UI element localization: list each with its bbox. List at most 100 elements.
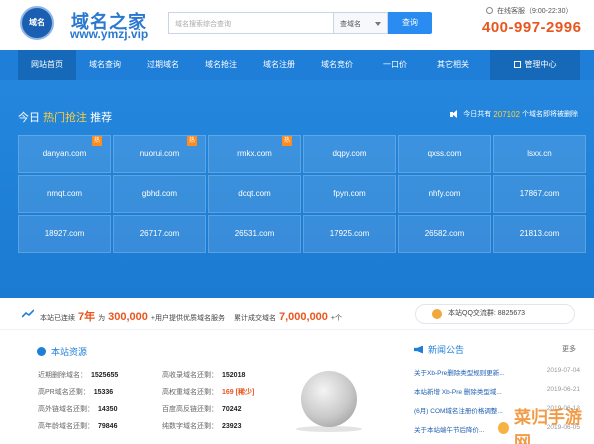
- domain-name: 17867.com: [519, 189, 560, 198]
- domain-cell[interactable]: 26582.com: [398, 215, 491, 253]
- resource-row: 百度高反链还剩： 70242: [162, 404, 241, 414]
- resource-value: 70242: [222, 406, 242, 413]
- resource-label: 纯数字域名还剩：: [162, 423, 218, 430]
- nav-management-label: 管理中心: [524, 60, 557, 69]
- trend-up-icon: [22, 309, 34, 318]
- domain-cell[interactable]: 21813.com: [493, 215, 586, 253]
- domain-cell[interactable]: 17925.com: [303, 215, 396, 253]
- chevron-down-icon: [375, 22, 381, 26]
- domain-cell[interactable]: qxss.com: [398, 135, 491, 173]
- domain-cell[interactable]: dqpy.com: [303, 135, 396, 173]
- resource-value: 169 [稀少]: [222, 389, 255, 396]
- hot-count-prefix: 今日共有: [463, 111, 492, 118]
- search-input[interactable]: 域名搜索综合查询: [168, 12, 334, 34]
- resource-row: 高权重域名还剩： 169 [稀少]: [162, 387, 254, 397]
- domain-name: 17925.com: [329, 229, 370, 238]
- news-item[interactable]: 关于Xb-Pre删除类型规则更新... 2019-07-04: [414, 367, 580, 377]
- domain-cell[interactable]: danyan.com 热: [18, 135, 111, 173]
- stats-text-2: 为: [98, 315, 106, 322]
- domain-cell[interactable]: dcqt.com: [208, 175, 301, 213]
- nav-domain-register[interactable]: 域名注册: [250, 50, 308, 80]
- resource-row: 高外链域名还剩： 14350: [38, 404, 117, 414]
- stats-years: 7年: [78, 311, 96, 323]
- nav-fixed-price[interactable]: 一口价: [366, 50, 424, 80]
- nav-home[interactable]: 网站首页: [18, 50, 76, 80]
- domain-name: 18927.com: [44, 229, 85, 238]
- hot-count-notice: 今日共有 207102 个域名即将被删除: [450, 109, 578, 119]
- domain-cell[interactable]: nhfy.com: [398, 175, 491, 213]
- hot-badge: 热: [92, 136, 102, 146]
- news-item-date: 2019-06-21: [546, 386, 580, 393]
- stats-text-1: 本站已连续: [40, 315, 75, 322]
- hot-count-number: 207102: [493, 109, 520, 119]
- domain-name: 26531.com: [234, 229, 275, 238]
- domain-name: 21813.com: [519, 229, 560, 238]
- resources-heading: 本站资源: [37, 345, 87, 358]
- news-heading: 新闻公告: [414, 343, 464, 356]
- logo-url[interactable]: www.ymzj.vip: [70, 27, 148, 41]
- stats-users: 300,000: [108, 311, 148, 323]
- domain-cell[interactable]: 17867.com: [493, 175, 586, 213]
- resource-value: 79846: [98, 423, 118, 430]
- news-title: 新闻公告: [428, 345, 465, 355]
- stats-text: 本站已连续 7年 为 300,000 +用户提供优质域名服务 累计成交域名 7,…: [40, 308, 342, 324]
- nav-other[interactable]: 其它相关: [424, 50, 482, 80]
- phone-number: 400-997-2996: [482, 19, 582, 36]
- resource-value: 23923: [222, 423, 242, 430]
- stats-deals: 7,000,000: [278, 311, 328, 323]
- nav-management-center[interactable]: 管理中心: [490, 50, 580, 80]
- resources-icon: [37, 347, 46, 356]
- hot-badge: 热: [282, 136, 292, 146]
- domain-cell[interactable]: nuorui.com 热: [113, 135, 206, 173]
- domain-cell[interactable]: fpyn.com: [303, 175, 396, 213]
- nav-domain-snap[interactable]: 域名抢注: [192, 50, 250, 80]
- resource-label: 高年龄域名还剩：: [38, 423, 94, 430]
- watermark: 菜归手游网: [496, 408, 592, 444]
- resource-label: 高收录域名还剩：: [162, 372, 218, 379]
- search-button[interactable]: 查询: [388, 12, 432, 34]
- resource-row: 高PR域名还剩： 15336: [38, 387, 113, 397]
- domain-cell[interactable]: lsxx.cn: [493, 135, 586, 173]
- domain-cell[interactable]: rmkx.com 热: [208, 135, 301, 173]
- nav-domain-auction[interactable]: 域名竞价: [308, 50, 366, 80]
- resource-row: 纯数字域名还剩： 23923: [162, 421, 241, 431]
- search-type-label: 查域名: [340, 21, 361, 28]
- news-item[interactable]: 本站新增 Xb-Pre 删除类型域... 2019-06-21: [414, 386, 580, 396]
- hot-section-title: 今日 热门抢注 推荐: [18, 109, 112, 125]
- domain-name: lsxx.cn: [527, 149, 552, 158]
- stats-text-4: 累计成交域名: [233, 315, 276, 322]
- domain-cell[interactable]: gbhd.com: [113, 175, 206, 213]
- hot-title-suffix: 推荐: [90, 112, 113, 124]
- domain-cell[interactable]: 26531.com: [208, 215, 301, 253]
- stats-text-3: +用户提供优质域名服务: [150, 315, 225, 322]
- decorative-ball-image: [301, 371, 357, 427]
- domain-name: 26582.com: [424, 229, 465, 238]
- search-type-select[interactable]: 查域名: [334, 12, 388, 34]
- domain-name: 26717.com: [139, 229, 180, 238]
- domain-cell[interactable]: 18927.com: [18, 215, 111, 253]
- watermark-logo-icon: [496, 420, 512, 436]
- resources-title: 本站资源: [51, 347, 88, 357]
- resource-value: 15336: [93, 389, 114, 396]
- grid-icon: [513, 61, 521, 68]
- domain-name: dcqt.com: [238, 189, 271, 198]
- hot-count-suffix: 个域名即将被删除: [522, 111, 578, 118]
- news-item-date: 2019-07-04: [546, 367, 580, 374]
- logo-icon[interactable]: 域名: [20, 6, 54, 40]
- nav-expired-domains[interactable]: 过期域名: [134, 50, 192, 80]
- qq-icon: [432, 309, 442, 319]
- resource-value: 152018: [222, 372, 246, 379]
- domain-cell[interactable]: nmqt.com: [18, 175, 111, 213]
- online-service-link[interactable]: 在线客服（9:00-22:30）: [497, 6, 572, 16]
- domain-cell[interactable]: 26717.com: [113, 215, 206, 253]
- resource-row: 高年龄域名还剩： 79846: [38, 421, 117, 431]
- domain-name: danyan.com: [42, 149, 87, 158]
- resource-label: 高PR域名还剩：: [38, 389, 90, 396]
- nav-domain-query[interactable]: 域名查询: [76, 50, 134, 80]
- domain-name: qxss.com: [427, 149, 462, 158]
- news-more-link[interactable]: 更多: [562, 344, 576, 354]
- resource-label: 高外链域名还剩：: [38, 406, 94, 413]
- headset-icon: [486, 7, 493, 14]
- domain-name: nuorui.com: [139, 149, 180, 158]
- resource-label: 高权重域名还剩：: [162, 389, 218, 396]
